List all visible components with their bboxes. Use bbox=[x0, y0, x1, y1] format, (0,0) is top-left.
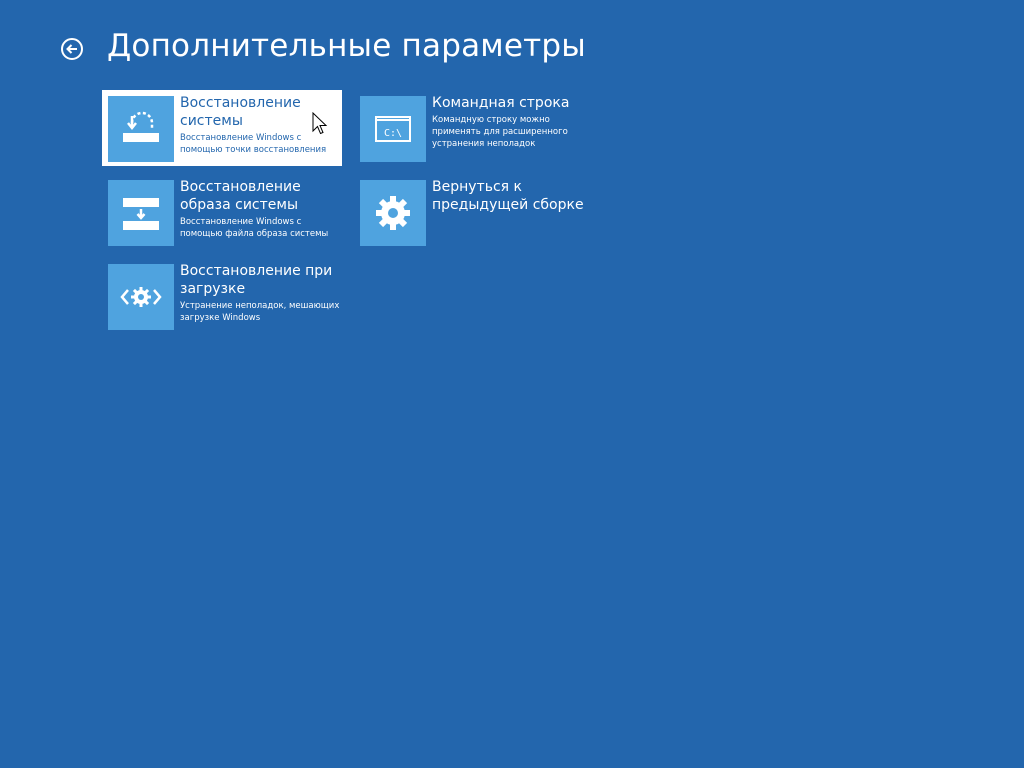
option-description: Командную строку можно применять для рас… bbox=[432, 115, 568, 149]
option-system-restore[interactable]: Восстановление системы Восстановление Wi… bbox=[102, 90, 342, 166]
option-description: Восстановление Windows с помощью файла о… bbox=[180, 217, 329, 239]
option-description: Устранение неполадок, мешающих загрузке … bbox=[180, 301, 340, 323]
option-title: Восстановление при загрузке bbox=[180, 263, 333, 297]
page-title: Дополнительные параметры bbox=[107, 28, 586, 64]
back-arrow-circle-icon bbox=[61, 38, 83, 60]
option-previous-build[interactable]: Вернуться к предыдущей сборке bbox=[354, 174, 594, 250]
gear-icon bbox=[360, 180, 426, 246]
option-title: Командная строка bbox=[432, 95, 570, 111]
startup-repair-icon bbox=[108, 264, 174, 330]
option-title: Восстановление образа системы bbox=[180, 179, 301, 213]
system-restore-icon bbox=[108, 96, 174, 162]
back-button[interactable] bbox=[60, 37, 84, 61]
option-startup-repair[interactable]: Восстановление при загрузке Устранение н… bbox=[102, 258, 342, 334]
command-prompt-glyph: C:\ bbox=[384, 128, 402, 139]
system-image-recovery-icon bbox=[108, 180, 174, 246]
option-title: Восстановление системы bbox=[180, 95, 301, 129]
option-description: Восстановление Windows с помощью точки в… bbox=[180, 133, 327, 155]
option-system-image-recovery[interactable]: Восстановление образа системы Восстановл… bbox=[102, 174, 342, 250]
option-title: Вернуться к предыдущей сборке bbox=[432, 179, 584, 213]
option-command-prompt[interactable]: C:\ Командная строка Командную строку мо… bbox=[354, 90, 594, 166]
command-prompt-icon: C:\ bbox=[360, 96, 426, 162]
